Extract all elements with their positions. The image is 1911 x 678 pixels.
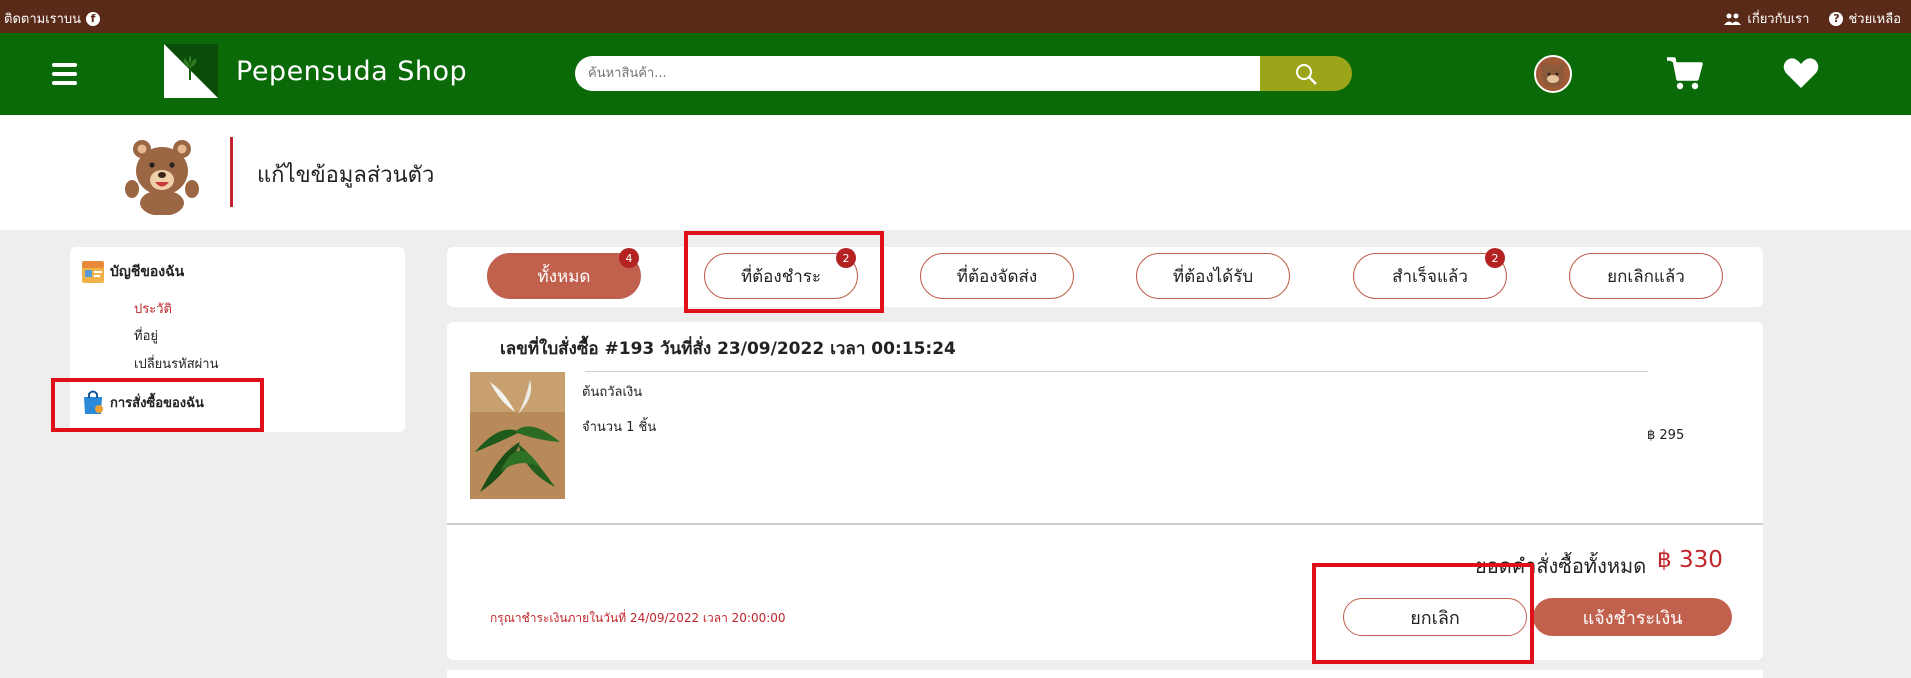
top-bar: ติดตามเราบน f เกี่ยวกับเรา ? ช่วยเหลือ	[0, 0, 1911, 33]
search-button[interactable]	[1260, 56, 1352, 91]
search-bar	[575, 56, 1352, 91]
tab-to-ship[interactable]: ที่ต้องจัดส่ง	[920, 253, 1074, 299]
order-separator	[447, 523, 1763, 525]
sidebar-account-header[interactable]: บัญชีของฉัน	[80, 259, 184, 285]
tab-badge: 4	[619, 248, 639, 268]
next-order-card	[447, 670, 1763, 678]
sidebar-item-my-orders[interactable]: การสั่งซื้อของฉัน	[80, 389, 204, 415]
tab-badge: 2	[1485, 248, 1505, 268]
user-avatar[interactable]	[1534, 55, 1572, 93]
account-label: บัญชีของฉัน	[110, 264, 185, 280]
facebook-icon[interactable]: f	[86, 11, 101, 26]
tab-label: ยกเลิกแล้ว	[1607, 266, 1685, 287]
orders-label: การสั่งซื้อของฉัน	[110, 395, 204, 411]
plant-icon	[183, 56, 197, 80]
product-image[interactable]	[470, 372, 565, 499]
about-label: เกี่ยวกับเรา	[1747, 12, 1810, 27]
tab-completed[interactable]: สำเร็จแล้ว 2	[1353, 248, 1507, 299]
help-label: ช่วยเหลือ	[1848, 12, 1901, 27]
follow-us[interactable]: ติดตามเราบน f	[4, 8, 101, 29]
sidebar-item-address[interactable]: ที่อยู่	[134, 325, 158, 346]
product-name: ต้นถวัลเงิน	[582, 385, 643, 400]
tab-cancelled[interactable]: ยกเลิกแล้ว	[1569, 253, 1723, 299]
tab-all[interactable]: ทั้งหมด 4	[487, 248, 641, 299]
menu-icon[interactable]	[52, 63, 77, 85]
bear-mascot-icon	[125, 140, 199, 215]
users-icon	[1724, 13, 1742, 25]
tab-label: ทั้งหมด	[537, 266, 591, 287]
order-total-label: ยอดคำสั่งซื้อทั้งหมด	[1475, 554, 1647, 578]
search-input[interactable]	[575, 56, 1260, 91]
payment-deadline: กรุณาชำระเงินภายในวันที่ 24/09/2022 เวลา…	[490, 611, 786, 625]
page-title: แก้ไขข้อมูลส่วนตัว	[257, 163, 435, 188]
title-divider	[230, 137, 233, 207]
cart-icon[interactable]	[1665, 55, 1703, 91]
heart-icon[interactable]	[1783, 57, 1819, 89]
sidebar-item-history[interactable]: ประวัติ	[134, 298, 172, 319]
tab-label: ที่ต้องได้รับ	[1172, 266, 1254, 287]
order-total-value: ฿ 330	[1657, 547, 1723, 573]
account-icon	[82, 261, 104, 283]
tab-to-receive[interactable]: ที่ต้องได้รับ	[1136, 253, 1290, 299]
tab-label: ที่ต้องจัดส่ง	[956, 266, 1038, 287]
about-link[interactable]: เกี่ยวกับเรา	[1724, 8, 1809, 29]
tab-label: สำเร็จแล้ว	[1392, 266, 1468, 287]
tab-badge: 2	[836, 248, 856, 268]
plant-photo-icon	[470, 372, 565, 499]
brand-name[interactable]: Pepensuda Shop	[236, 56, 467, 87]
question-icon: ?	[1829, 11, 1844, 26]
help-link[interactable]: ? ช่วยเหลือ	[1829, 8, 1901, 29]
bear-icon	[1536, 57, 1570, 91]
sidebar-item-change-password[interactable]: เปลี่ยนรหัสผ่าน	[134, 353, 218, 374]
shop-logo[interactable]	[164, 44, 218, 98]
notify-payment-button[interactable]: แจ้งชำระเงิน	[1533, 598, 1732, 636]
profile-banner: แก้ไขข้อมูลส่วนตัว	[0, 115, 1911, 230]
product-quantity: จำนวน 1 ชิ้น	[582, 420, 657, 435]
tab-to-pay[interactable]: ที่ต้องชำระ 2	[704, 248, 858, 299]
order-number: เลขที่ใบสั่งซื้อ #193 วันที่สั่ง 23/09/2…	[500, 339, 956, 359]
order-status-tabs: ทั้งหมด 4 ที่ต้องชำระ 2 ที่ต้องจัดส่ง ที…	[447, 247, 1763, 307]
shopping-bag-icon	[84, 390, 103, 414]
order-card: เลขที่ใบสั่งซื้อ #193 วันที่สั่ง 23/09/2…	[447, 322, 1763, 660]
follow-label: ติดตามเราบน	[4, 12, 82, 27]
search-icon	[1296, 63, 1317, 85]
product-price: ฿ 295	[1647, 428, 1685, 443]
tab-label: ที่ต้องชำระ	[740, 266, 822, 287]
order-divider	[585, 371, 1648, 372]
cancel-order-button[interactable]: ยกเลิก	[1343, 598, 1527, 636]
sidebar: บัญชีของฉัน ประวัติ ที่อยู่ เปลี่ยนรหัสผ…	[70, 247, 405, 432]
main-header: Pepensuda Shop	[0, 33, 1911, 115]
